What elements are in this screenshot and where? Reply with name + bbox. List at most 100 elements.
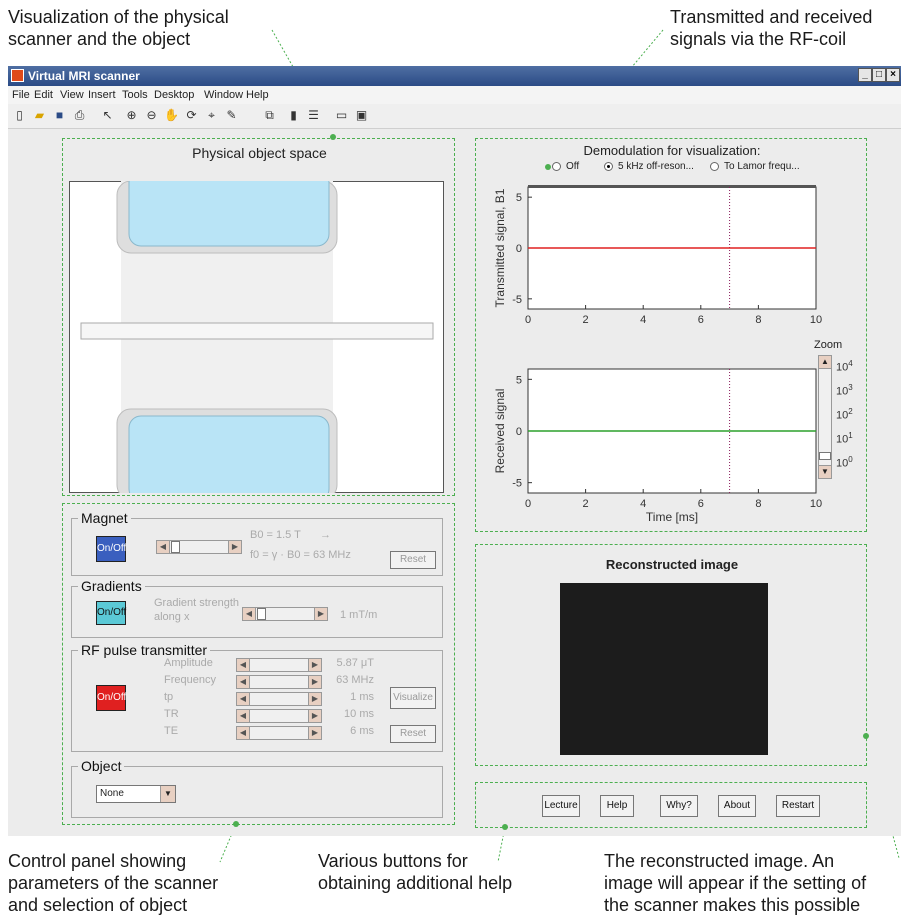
menu-help[interactable]: Help xyxy=(246,89,269,101)
gradients-group: Gradients On/Off Gradient strength along… xyxy=(71,578,443,638)
lecture-button[interactable]: Lecture xyxy=(542,795,580,817)
zoom-in-icon[interactable]: ⊕ xyxy=(124,108,139,123)
zoom-up-arrow-icon[interactable]: ▲ xyxy=(819,356,831,369)
slider-right-arrow-icon[interactable]: ▶ xyxy=(314,608,327,620)
slider-left-arrow-icon[interactable]: ◀ xyxy=(237,676,250,688)
save-icon[interactable]: ■ xyxy=(52,108,67,123)
magnet-onoff-button[interactable]: On/Off xyxy=(96,536,126,562)
x-tick-label: 6 xyxy=(698,314,704,326)
radio-larmor[interactable] xyxy=(710,162,719,171)
gradients-onoff-button[interactable]: On/Off xyxy=(96,601,126,625)
slider-left-arrow-icon[interactable]: ◀ xyxy=(237,659,250,671)
rf-param-slider[interactable]: ◀ ▶ xyxy=(236,726,322,740)
visualize-button[interactable]: Visualize xyxy=(390,687,436,709)
x-tick-label: 8 xyxy=(755,498,761,510)
show-plot-tools-icon[interactable]: ▣ xyxy=(354,108,369,123)
y-tick-label: 0 xyxy=(516,243,522,255)
about-button[interactable]: About xyxy=(718,795,756,817)
menu-file[interactable]: File xyxy=(12,89,30,101)
close-icon[interactable]: × xyxy=(886,68,900,82)
data-cursor-icon[interactable]: ⌖ xyxy=(204,108,219,123)
rf-param-slider[interactable]: ◀ ▶ xyxy=(236,658,322,672)
radio-larmor-label: To Lamor frequ... xyxy=(724,161,800,172)
slider-thumb[interactable] xyxy=(171,541,180,553)
slider-right-arrow-icon[interactable]: ▶ xyxy=(308,710,321,722)
restart-button[interactable]: Restart xyxy=(776,795,820,817)
slider-right-arrow-icon[interactable]: ▶ xyxy=(308,659,321,671)
menu-insert[interactable]: Insert xyxy=(88,89,116,101)
print-icon[interactable]: ⎙ xyxy=(72,108,87,123)
magnet-reset-button[interactable]: Reset xyxy=(390,551,436,569)
x-tick-label: 4 xyxy=(640,314,646,326)
menu-view[interactable]: View xyxy=(60,89,84,101)
minimize-icon[interactable]: _ xyxy=(858,68,872,82)
menu-tools[interactable]: Tools xyxy=(122,89,148,101)
slider-right-arrow-icon[interactable]: ▶ xyxy=(308,676,321,688)
open-folder-icon[interactable]: ▰ xyxy=(32,108,47,123)
chevron-down-icon[interactable]: ▼ xyxy=(160,786,175,802)
slider-thumb[interactable] xyxy=(257,608,266,620)
zoom-thumb[interactable] xyxy=(819,452,831,460)
slider-left-arrow-icon[interactable]: ◀ xyxy=(237,710,250,722)
gradient-slider[interactable]: ◀ ▶ xyxy=(242,607,328,621)
legend-icon[interactable]: ☰ xyxy=(306,108,321,123)
rotate-icon[interactable]: ⟳ xyxy=(184,108,199,123)
zoom-level-label: 101 xyxy=(836,431,853,446)
rf-param-slider[interactable]: ◀ ▶ xyxy=(236,709,322,723)
rf-param-slider[interactable]: ◀ ▶ xyxy=(236,675,322,689)
x-tick-label: 2 xyxy=(583,498,589,510)
magnet-title: Magnet xyxy=(78,510,131,526)
x-tick-label: 10 xyxy=(810,498,822,510)
slider-left-arrow-icon[interactable]: ◀ xyxy=(243,608,256,620)
magnet-slider[interactable]: ◀ ▶ xyxy=(156,540,242,554)
object-group: Object None ▼ xyxy=(71,758,443,818)
radio-off-label: Off xyxy=(566,161,580,172)
new-file-icon[interactable]: ▯ xyxy=(12,108,27,123)
zoom-out-icon[interactable]: ⊖ xyxy=(144,108,159,123)
slider-right-arrow-icon[interactable]: ▶ xyxy=(308,693,321,705)
zoom-down-arrow-icon[interactable]: ▼ xyxy=(819,465,831,478)
hide-plot-tools-icon[interactable]: ▭ xyxy=(334,108,349,123)
slider-left-arrow-icon[interactable]: ◀ xyxy=(237,727,250,739)
menu-window[interactable]: Window xyxy=(204,89,243,101)
menu-edit[interactable]: Edit xyxy=(34,89,53,101)
object-selected-value: None xyxy=(100,788,124,799)
slider-right-arrow-icon[interactable]: ▶ xyxy=(308,727,321,739)
demod-options: Off 5 kHz off-reson... To Lamor frequ... xyxy=(552,161,852,175)
slider-right-arrow-icon[interactable]: ▶ xyxy=(228,541,241,553)
magnet-arrow: → xyxy=(320,529,331,541)
radio-off[interactable] xyxy=(552,162,561,171)
x-tick-label: 2 xyxy=(583,314,589,326)
title-bar: Virtual MRI scanner _ □ × xyxy=(8,66,901,86)
rf-param-value: 5.87 μT xyxy=(336,657,374,669)
brush-icon[interactable]: ✎ xyxy=(224,108,239,123)
link-plot-icon[interactable]: ⧉ xyxy=(262,108,277,123)
rf-reset-button[interactable]: Reset xyxy=(390,725,436,743)
zoom-slider[interactable]: ▲ ▼ xyxy=(818,355,832,479)
y-tick-label: 5 xyxy=(516,374,522,386)
rf-param-slider[interactable]: ◀ ▶ xyxy=(236,692,322,706)
f0-value: f0 = γ · B0 = 63 MHz xyxy=(250,549,351,561)
x-tick-label: 0 xyxy=(525,498,531,510)
object-select[interactable]: None ▼ xyxy=(96,785,176,803)
slider-left-arrow-icon[interactable]: ◀ xyxy=(237,693,250,705)
rf-param-label: tp xyxy=(164,691,174,703)
maximize-icon[interactable]: □ xyxy=(872,68,886,82)
help-button[interactable]: Help xyxy=(600,795,634,817)
menu-desktop[interactable]: Desktop xyxy=(154,89,194,101)
leader-dot-reconstructed xyxy=(863,733,869,739)
slider-left-arrow-icon[interactable]: ◀ xyxy=(157,541,170,553)
rf-param-value: 10 ms xyxy=(344,708,374,720)
leader-dot-control xyxy=(233,821,239,827)
rf-onoff-button[interactable]: On/Off xyxy=(96,685,126,711)
pan-icon[interactable]: ✋ xyxy=(164,108,179,123)
zoom-level-label: 102 xyxy=(836,407,853,422)
leader-dot-signals xyxy=(545,164,551,170)
colorbar-icon[interactable]: ▮ xyxy=(286,108,301,123)
why-button[interactable]: Why? xyxy=(660,795,698,817)
rf-param-label: Amplitude xyxy=(164,657,213,669)
y-tick-label: -5 xyxy=(512,294,522,306)
radio-off-resonance[interactable] xyxy=(604,162,613,171)
x-tick-label: 8 xyxy=(755,314,761,326)
pointer-icon[interactable]: ↖ xyxy=(100,108,115,123)
